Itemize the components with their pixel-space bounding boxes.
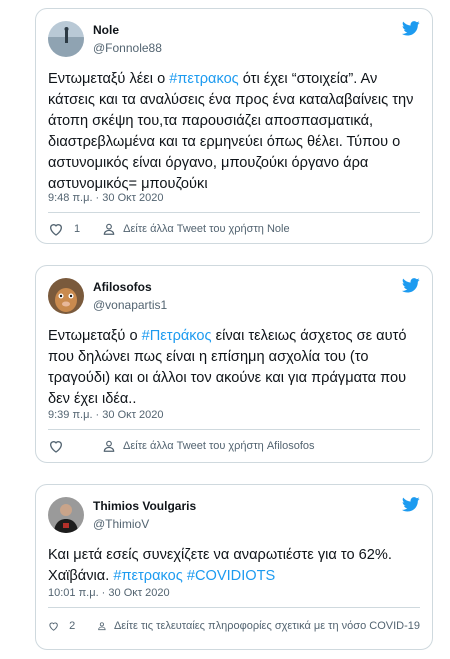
twitter-bird-icon[interactable] bbox=[402, 21, 420, 36]
tweet-actions: Δείτε άλλα Tweet του χρήστη Afilosofos bbox=[48, 436, 420, 456]
covid-info-link[interactable]: Δείτε τις τελευταίες πληροφορίες σχετικά… bbox=[114, 620, 420, 632]
tweet-text: Εντωμεταξύ ο #Πετράκος είναι τελειως άσχ… bbox=[48, 326, 422, 410]
tweet-text-segment: Εντωμεταξύ ο bbox=[48, 328, 142, 344]
person-icon bbox=[103, 223, 115, 235]
more-tweets-link[interactable]: Δείτε άλλα Tweet του χρήστη Nole bbox=[123, 223, 289, 235]
tweet-card[interactable]: Thimios Voulgaris @ThimioV Και μετά εσεί… bbox=[35, 484, 433, 650]
tweet-text-segment: Εντωμεταξύ λέει ο bbox=[48, 71, 170, 87]
display-name[interactable]: Afilosofos bbox=[93, 280, 152, 294]
display-name[interactable]: Nole bbox=[93, 23, 119, 37]
avatar[interactable] bbox=[48, 497, 84, 533]
tweet-card[interactable]: Afilosofos @vonapartis1 Εντωμεταξύ ο #Πε… bbox=[35, 265, 433, 463]
heart-icon[interactable] bbox=[48, 221, 64, 237]
tweet-text: Εντωμεταξύ λέει ο #πετρακος ότι έχει “στ… bbox=[48, 69, 422, 195]
tweet-text: Και μετά εσείς συνεχίζετε να αναρωτιέστε… bbox=[48, 545, 422, 587]
display-name[interactable]: Thimios Voulgaris bbox=[93, 499, 196, 513]
twitter-bird-icon[interactable] bbox=[402, 278, 420, 293]
like-count: 1 bbox=[74, 223, 81, 235]
avatar[interactable] bbox=[48, 278, 84, 314]
hashtag-link[interactable]: #Πετράκος bbox=[142, 328, 212, 344]
heart-icon[interactable] bbox=[48, 618, 59, 634]
heart-icon[interactable] bbox=[48, 438, 64, 454]
twitter-bird-icon[interactable] bbox=[402, 497, 420, 512]
tweet-timestamp[interactable]: 9:48 π.μ. · 30 Οκτ 2020 bbox=[48, 192, 164, 204]
user-handle[interactable]: @ThimioV bbox=[93, 517, 149, 531]
person-icon bbox=[103, 440, 115, 452]
user-handle[interactable]: @Fonnole88 bbox=[93, 41, 162, 55]
like-count: 2 bbox=[69, 620, 76, 632]
hashtag-link[interactable]: #πετρακος bbox=[113, 568, 182, 584]
avatar[interactable] bbox=[48, 21, 84, 57]
divider bbox=[48, 212, 420, 213]
divider bbox=[48, 607, 420, 608]
person-icon bbox=[98, 622, 106, 631]
divider bbox=[48, 429, 420, 430]
tweet-text-segment: ότι έχει “στοιχεία”. Αν κάτσεις και τα α… bbox=[48, 71, 414, 192]
tweet-actions: 1 Δείτε άλλα Tweet του χρήστη Nole bbox=[48, 219, 420, 239]
tweet-timestamp[interactable]: 10:01 π.μ. · 30 Οκτ 2020 bbox=[48, 587, 170, 599]
tweet-timestamp[interactable]: 9:39 π.μ. · 30 Οκτ 2020 bbox=[48, 409, 164, 421]
hashtag-link[interactable]: #COVIDIOTS bbox=[187, 568, 275, 584]
more-tweets-link[interactable]: Δείτε άλλα Tweet του χρήστη Afilosofos bbox=[123, 440, 315, 452]
user-handle[interactable]: @vonapartis1 bbox=[93, 298, 167, 312]
tweet-actions: 2 Δείτε τις τελευταίες πληροφορίες σχετι… bbox=[48, 616, 420, 636]
hashtag-link[interactable]: #πετρακος bbox=[169, 71, 238, 87]
tweet-card[interactable]: Nole @Fonnole88 Εντωμεταξύ λέει ο #πετρα… bbox=[35, 8, 433, 244]
